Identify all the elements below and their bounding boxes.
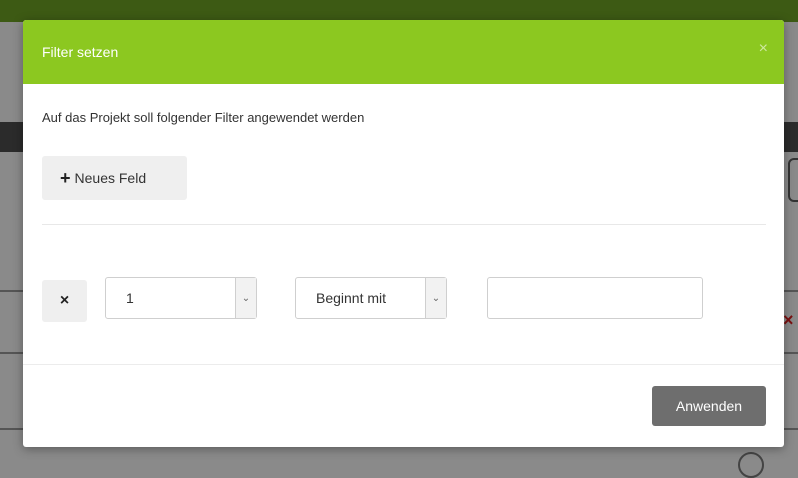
- footer-divider: [23, 364, 784, 365]
- filter-value-input[interactable]: [487, 277, 703, 319]
- field-select[interactable]: 1 ⌄: [105, 277, 257, 319]
- modal-description: Auf das Projekt soll folgender Filter an…: [42, 110, 365, 125]
- chevron-down-icon: ⌄: [235, 278, 256, 318]
- background-circle-icon: [738, 452, 764, 478]
- background-control: [788, 158, 798, 202]
- modal-header: Filter setzen ×: [23, 20, 784, 84]
- remove-filter-button[interactable]: ×: [42, 280, 87, 322]
- chevron-down-icon: ⌄: [425, 278, 446, 318]
- plus-icon: +: [60, 167, 71, 188]
- operator-select[interactable]: Beginnt mit ⌄: [295, 277, 447, 319]
- field-select-value: 1: [126, 290, 134, 306]
- new-field-label: Neues Feld: [74, 170, 147, 186]
- background-top-bar: [0, 0, 798, 22]
- background-delete-icon: ×: [783, 310, 794, 330]
- operator-select-value: Beginnt mit: [316, 290, 387, 306]
- divider: [42, 224, 766, 225]
- close-icon[interactable]: ×: [759, 40, 768, 58]
- modal-title: Filter setzen: [42, 44, 119, 60]
- close-icon: ×: [59, 292, 70, 309]
- filter-modal: Filter setzen × Auf das Projekt soll fol…: [23, 20, 784, 447]
- apply-button[interactable]: Anwenden: [652, 386, 766, 426]
- new-field-button[interactable]: + Neues Feld: [42, 156, 187, 200]
